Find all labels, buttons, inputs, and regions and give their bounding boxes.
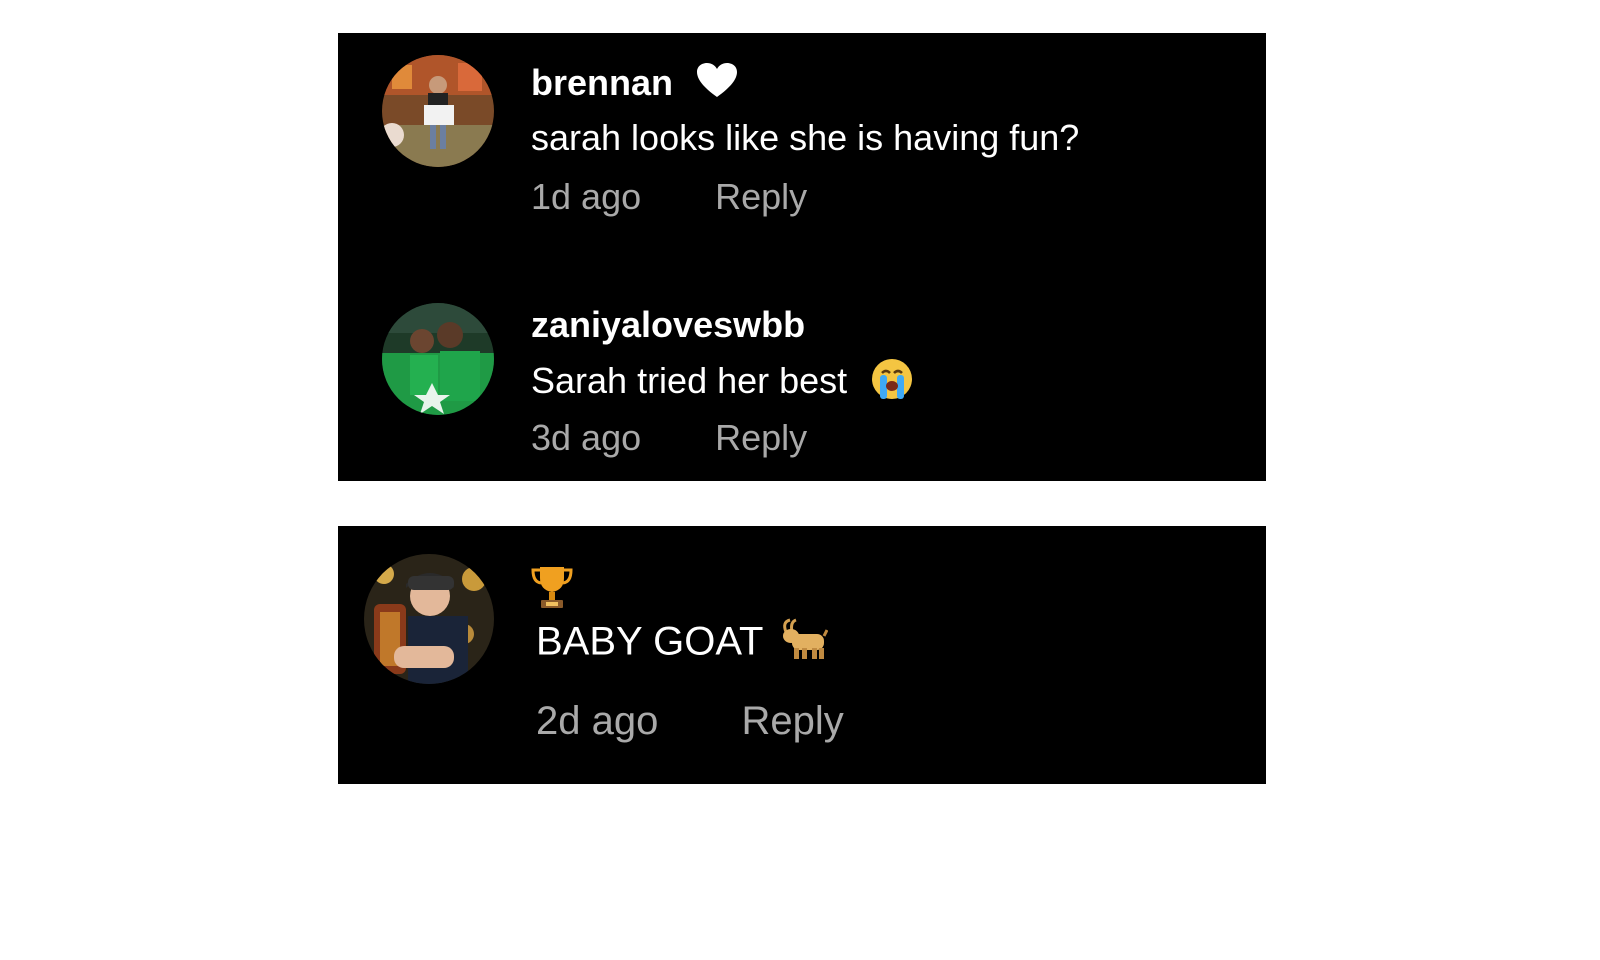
username[interactable]: brennan [531, 62, 673, 103]
reply-button[interactable]: Reply [715, 417, 807, 458]
timestamp: 2d ago [536, 699, 659, 743]
timestamp: 1d ago [531, 176, 642, 217]
timestamp: 3d ago [531, 417, 642, 458]
username-row: brennan [531, 62, 738, 107]
avatar[interactable] [364, 554, 494, 684]
avatar-image [382, 55, 494, 167]
reply-button[interactable]: Reply [741, 699, 843, 743]
comments-panel: brennan sarah looks like she is having f… [338, 33, 1266, 481]
comment-text: Sarah tried her best [531, 360, 848, 402]
comment-text-row: Sarah tried her best [531, 358, 913, 409]
avatar[interactable] [382, 55, 494, 167]
avatar-image [364, 554, 494, 684]
avatar[interactable] [382, 303, 494, 415]
comment-text: BABY GOAT [536, 619, 763, 664]
avatar-image [382, 303, 494, 415]
comment-meta: 2d ago Reply [536, 698, 844, 744]
comment-text-row: BABY GOAT [536, 618, 829, 670]
trophy-icon [531, 564, 573, 618]
reply-button[interactable]: Reply [715, 176, 807, 217]
username[interactable]: zaniyaloveswbb [531, 305, 805, 345]
comment-text: sarah looks like she is having fun? [531, 117, 1080, 158]
comments-panel: BABY GOAT 2d ago Reply [338, 526, 1266, 784]
goat-emoji [780, 618, 829, 670]
heart-icon [697, 63, 738, 107]
comment-meta: 3d ago Reply [531, 417, 807, 459]
crying-face-emoji [871, 358, 913, 409]
comment-meta: 1d ago Reply [531, 176, 807, 218]
username-row [531, 564, 573, 618]
